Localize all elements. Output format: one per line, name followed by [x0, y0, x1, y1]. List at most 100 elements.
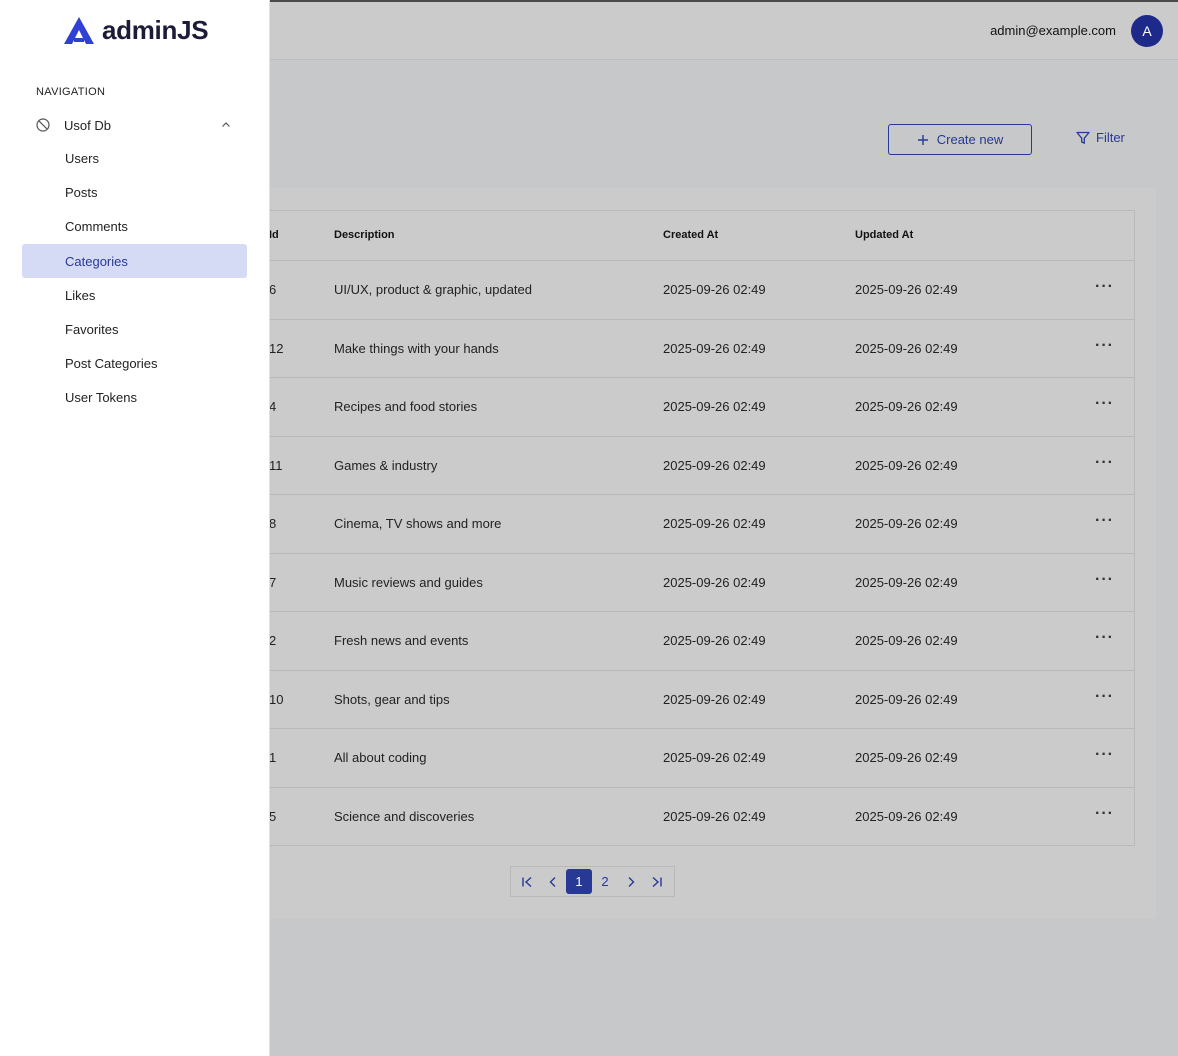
sidebar-item-categories[interactable]: Categories [22, 244, 247, 278]
database-icon [36, 118, 50, 132]
cell-id: 2 [269, 633, 277, 648]
sidebar-item-comments[interactable]: Comments [22, 209, 247, 243]
header-id[interactable]: Id [269, 229, 279, 241]
nav-title: NAVIGATION [36, 86, 106, 98]
cell-description: Shots, gear and tips [334, 691, 450, 707]
plus-icon [917, 134, 928, 145]
chevron-up-icon[interactable] [220, 119, 232, 131]
cell-updated-at: 2025-09-26 02:49 [855, 691, 958, 707]
table-row[interactable]: 6 UI/UX, product & graphic, updated 2025-0… [250, 261, 1134, 320]
table-row[interactable]: 2 Fresh news and events 2025-09-26 02:49 20… [250, 612, 1134, 671]
nav-group-label: Usof Db [64, 117, 111, 133]
nav-group-usof-db[interactable]: Usof Db [36, 116, 236, 134]
more-actions-button[interactable]: ··· [1095, 629, 1114, 647]
cell-updated-at: 2025-09-26 02:49 [855, 340, 958, 356]
cell-id: 8 [269, 516, 277, 531]
more-actions-button[interactable]: ··· [1095, 688, 1114, 706]
cell-created-at: 2025-09-26 02:49 [663, 691, 766, 707]
last-page-icon [652, 876, 662, 887]
prev-page-button[interactable] [540, 869, 566, 894]
cell-created-at: 2025-09-26 02:49 [663, 282, 766, 297]
cell-description: Music reviews and guides [334, 574, 483, 590]
header-description[interactable]: Description [334, 229, 395, 241]
cell-created-at: 2025-09-26 02:49 [663, 808, 766, 824]
more-actions-button[interactable]: ··· [1095, 746, 1114, 764]
user-email[interactable]: admin@example.com [990, 23, 1116, 38]
more-actions-button[interactable]: ··· [1095, 805, 1114, 823]
cell-id: 4 [269, 399, 277, 414]
sidebar-item-likes[interactable]: Likes [22, 278, 247, 312]
cell-updated-at: 2025-09-26 02:49 [855, 399, 958, 414]
cell-created-at: 2025-09-26 02:49 [663, 399, 766, 414]
first-page-icon [522, 876, 532, 887]
header-created-at[interactable]: Created At [663, 229, 718, 241]
last-page-button[interactable] [644, 869, 670, 894]
page-button-2[interactable]: 2 [592, 869, 618, 894]
adminjs-logo-icon [64, 17, 94, 44]
table-row[interactable]: 7 Music reviews and guides 2025-09-26 02:4… [250, 554, 1134, 612]
cell-updated-at: 2025-09-26 02:49 [855, 282, 958, 297]
table-row[interactable]: 5 Science and discoveries 2025-09-26 02:49… [250, 788, 1134, 847]
filter-icon [1076, 131, 1090, 144]
table-header: Id Description Created At Updated At [250, 211, 1134, 261]
table-row[interactable]: 4 Recipes and food stories 2025-09-26 02:4… [250, 378, 1134, 437]
cell-id: 1 [269, 750, 277, 765]
table-row[interactable]: 8 Cinema, TV shows and more 2025-09-26 02:… [250, 495, 1134, 554]
cell-updated-at: 2025-09-26 02:49 [855, 457, 958, 473]
create-new-button[interactable]: Create new [888, 124, 1032, 155]
first-page-button[interactable] [514, 869, 540, 894]
cell-created-at: 2025-09-26 02:49 [663, 340, 766, 356]
cell-created-at: 2025-09-26 02:49 [663, 516, 766, 531]
table-body: 6 UI/UX, product & graphic, updated 2025-0… [250, 261, 1134, 846]
cell-description: Cinema, TV shows and more [334, 516, 502, 531]
sidebar-item-post-categories[interactable]: Post Categories [22, 346, 247, 380]
cell-description: Make things with your hands [334, 340, 499, 356]
cell-updated-at: 2025-09-26 02:49 [855, 808, 958, 824]
more-actions-button[interactable]: ··· [1095, 337, 1114, 355]
sidebar: adminJS NAVIGATION Usof Db Users Posts C… [0, 0, 270, 1056]
cell-description: Science and discoveries [334, 808, 475, 824]
cell-updated-at: 2025-09-26 02:49 [855, 516, 958, 531]
sidebar-item-favorites[interactable]: Favorites [22, 312, 247, 346]
cell-description: UI/UX, product & graphic, updated [334, 282, 533, 297]
page-button-1[interactable]: 1 [566, 869, 592, 894]
next-page-button[interactable] [618, 869, 644, 894]
cell-created-at: 2025-09-26 02:49 [663, 750, 766, 765]
table-row[interactable]: 11 Games & industry 2025-09-26 02:49 2025-0… [250, 437, 1134, 495]
sidebar-item-posts[interactable]: Posts [22, 175, 247, 209]
filter-label: Filter [1096, 130, 1125, 145]
cell-id: 11 [269, 457, 283, 473]
cell-created-at: 2025-09-26 02:49 [663, 574, 766, 590]
more-actions-button[interactable]: ··· [1095, 395, 1114, 413]
cell-description: Recipes and food stories [334, 399, 478, 414]
cell-created-at: 2025-09-26 02:49 [663, 633, 766, 648]
sidebar-item-user-tokens[interactable]: User Tokens [22, 380, 247, 414]
table-row[interactable]: 1 All about coding 2025-09-26 02:49 2025-09… [250, 729, 1134, 788]
cell-description: Fresh news and events [334, 633, 469, 648]
more-actions-button[interactable]: ··· [1095, 454, 1114, 472]
create-new-label: Create new [936, 132, 1004, 147]
brand-name: adminJS [102, 15, 209, 45]
cell-id: 5 [269, 808, 277, 824]
chevron-right-icon [628, 876, 635, 887]
more-actions-button[interactable]: ··· [1095, 278, 1114, 296]
cell-updated-at: 2025-09-26 02:49 [855, 633, 958, 648]
cell-updated-at: 2025-09-26 02:49 [855, 574, 958, 590]
filter-button[interactable]: Filter [1076, 130, 1125, 145]
cell-id: 10 [269, 691, 284, 707]
pagination: 1 2 [510, 866, 675, 897]
more-actions-button[interactable]: ··· [1095, 512, 1114, 530]
cell-id: 7 [269, 574, 277, 590]
chevron-left-icon [549, 876, 556, 887]
table-row[interactable]: 10 Shots, gear and tips 2025-09-26 02:49 20… [250, 671, 1134, 729]
logo[interactable]: adminJS [64, 15, 209, 46]
cell-id: 6 [269, 282, 277, 297]
avatar[interactable]: A [1131, 15, 1163, 47]
more-actions-button[interactable]: ··· [1095, 571, 1114, 589]
sidebar-item-users[interactable]: Users [22, 141, 247, 175]
cell-id: 12 [269, 340, 284, 356]
header-updated-at[interactable]: Updated At [855, 229, 913, 241]
cell-updated-at: 2025-09-26 02:49 [855, 750, 958, 765]
table-row[interactable]: 12 Make things with your hands 2025-09-26 … [250, 320, 1134, 378]
cell-description: Games & industry [334, 457, 438, 473]
